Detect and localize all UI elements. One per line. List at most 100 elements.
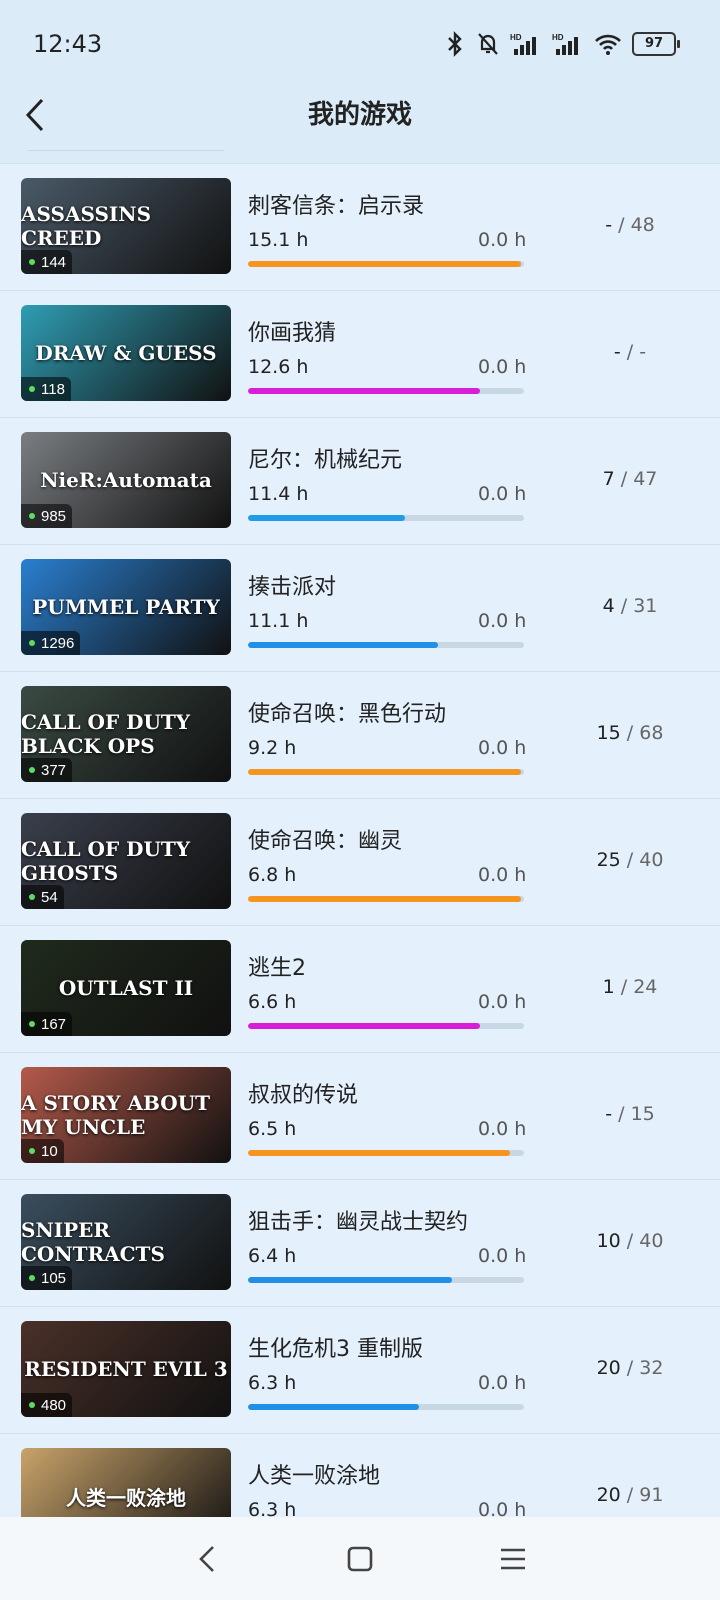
achievements-total: 68 (639, 722, 664, 744)
achievements-done: 20 (596, 1484, 621, 1506)
player-count: 10 (41, 1142, 58, 1160)
playtime-progress-bar (248, 261, 524, 267)
game-row[interactable]: CALL OF DUTY BLACK OPS 377 使命召唤：黑色行动 9.2… (0, 671, 720, 798)
achievements-total: 24 (633, 976, 658, 998)
divider (28, 150, 224, 151)
game-list[interactable]: ASSASSINS CREED 144 刺客信条：启示录 15.1 h 0.0 … (0, 163, 720, 1560)
player-count-badge: 105 (21, 1266, 73, 1290)
cover-text: CALL OF DUTY BLACK OPS (21, 710, 191, 758)
bluetooth-icon (448, 31, 462, 57)
game-row[interactable]: RESIDENT EVIL 3 480 生化危机3 重制版 6.3 h 0.0 … (0, 1306, 720, 1433)
game-name: 狙击手：幽灵战士契约 (248, 1210, 469, 1235)
achievement-separator: / (614, 976, 634, 998)
player-count-badge: 167 (21, 1012, 73, 1036)
cover-text: SNIPER CONTRACTS (21, 1218, 165, 1266)
online-dot-icon (29, 894, 35, 900)
svg-text:HD: HD (510, 33, 522, 42)
game-thumbnail[interactable]: ASSASSINS CREED 144 (21, 178, 231, 274)
recent-hours: 0.0 h (478, 229, 527, 251)
achievements-done: 10 (596, 1230, 621, 1252)
cover-text: OUTLAST II (58, 976, 194, 1000)
game-row[interactable]: PUMMEL PARTY 1296 揍击派对 11.1 h 0.0 h 4 / … (0, 544, 720, 671)
achievement-count: 1 / 24 (575, 976, 685, 998)
game-thumbnail[interactable]: NieR:Automata 985 (21, 432, 231, 528)
recent-hours: 0.0 h (478, 991, 527, 1013)
game-thumbnail[interactable]: SNIPER CONTRACTS 105 (21, 1194, 231, 1290)
cover-text: 人类一败涂地 (66, 1485, 186, 1510)
achievements-total: 47 (633, 468, 658, 490)
nav-menu-button[interactable] (483, 1529, 543, 1589)
cover-text: ASSASSINS CREED (21, 202, 152, 250)
game-thumbnail[interactable]: CALL OF DUTY GHOSTS 54 (21, 813, 231, 909)
online-dot-icon (29, 1402, 35, 1408)
signal-hd-icon-2: HD (552, 33, 578, 55)
recent-hours: 0.0 h (478, 610, 527, 632)
progress-fill (248, 1404, 420, 1410)
svg-text:HD: HD (552, 33, 564, 42)
player-count-badge: 480 (21, 1393, 73, 1417)
online-dot-icon (29, 513, 35, 519)
nav-home-button[interactable] (330, 1529, 390, 1589)
game-row[interactable]: OUTLAST II 167 逃生2 6.6 h 0.0 h 1 / 24 (0, 925, 720, 1052)
achievements-total: 40 (639, 849, 664, 871)
achievement-count: - / 48 (575, 214, 685, 236)
game-row[interactable]: A STORY ABOUT MY UNCLE 10 叔叔的传说 6.5 h 0.… (0, 1052, 720, 1179)
achievements-done: 25 (596, 849, 621, 871)
progress-fill (248, 1150, 511, 1156)
player-count-badge: 1296 (21, 631, 81, 655)
achievements-total: 91 (639, 1484, 664, 1506)
progress-fill (248, 515, 406, 521)
online-dot-icon (29, 1148, 35, 1154)
achievement-separator: / (620, 1484, 640, 1506)
achievement-separator: / (614, 595, 634, 617)
total-hours: 11.4 h (248, 483, 309, 505)
game-thumbnail[interactable]: A STORY ABOUT MY UNCLE 10 (21, 1067, 231, 1163)
achievement-separator: / (614, 468, 634, 490)
game-row[interactable]: CALL OF DUTY GHOSTS 54 使命召唤：幽灵 6.8 h 0.0… (0, 798, 720, 925)
achievements-total: 15 (630, 1103, 655, 1125)
achievement-separator: / (612, 1103, 631, 1125)
recent-hours: 0.0 h (478, 483, 527, 505)
game-thumbnail[interactable]: OUTLAST II 167 (21, 940, 231, 1036)
back-icon (198, 1545, 214, 1572)
recent-hours: 0.0 h (478, 356, 527, 378)
game-thumbnail[interactable]: RESIDENT EVIL 3 480 (21, 1321, 231, 1417)
game-row[interactable]: NieR:Automata 985 尼尔：机械纪元 11.4 h 0.0 h 7… (0, 417, 720, 544)
playtime-progress-bar (248, 515, 524, 521)
achievements-done: 1 (602, 976, 615, 998)
total-hours: 6.6 h (248, 991, 297, 1013)
game-thumbnail[interactable]: DRAW & GUESS 118 (21, 305, 231, 401)
achievements-total: 40 (639, 1230, 664, 1252)
battery-icon: 97 (632, 32, 680, 56)
playtime-progress-bar (248, 769, 524, 775)
game-row[interactable]: ASSASSINS CREED 144 刺客信条：启示录 15.1 h 0.0 … (0, 163, 720, 290)
home-square-icon (347, 1546, 373, 1571)
achievement-separator: / (612, 214, 631, 236)
player-count: 985 (41, 507, 67, 525)
recent-hours: 0.0 h (478, 1245, 527, 1267)
status-icons: HD HD 97 (444, 30, 680, 58)
game-row[interactable]: DRAW & GUESS 118 你画我猜 12.6 h 0.0 h - / - (0, 290, 720, 417)
player-count: 377 (41, 761, 67, 779)
achievement-count: - / - (575, 341, 685, 363)
game-row[interactable]: SNIPER CONTRACTS 105 狙击手：幽灵战士契约 6.4 h 0.… (0, 1179, 720, 1306)
player-count-badge: 10 (21, 1139, 64, 1163)
cover-text: A STORY ABOUT MY UNCLE (21, 1091, 211, 1139)
progress-fill (248, 642, 439, 648)
signal-hd-icon: HD (510, 33, 536, 55)
nav-back-button[interactable] (177, 1529, 237, 1589)
achievements-done: 4 (602, 595, 615, 617)
total-hours: 6.4 h (248, 1245, 297, 1267)
header: 我的游戏 (0, 80, 720, 150)
achievement-count: 15 / 68 (575, 722, 685, 744)
player-count: 144 (41, 253, 67, 271)
game-thumbnail[interactable]: PUMMEL PARTY 1296 (21, 559, 231, 655)
cover-text: RESIDENT EVIL 3 (24, 1357, 228, 1381)
total-hours: 9.2 h (248, 737, 297, 759)
total-hours: 6.3 h (248, 1372, 297, 1394)
game-name: 尼尔：机械纪元 (248, 448, 403, 473)
game-thumbnail[interactable]: CALL OF DUTY BLACK OPS 377 (21, 686, 231, 782)
player-count: 1296 (41, 634, 75, 652)
player-count-badge: 985 (21, 504, 73, 528)
recent-hours: 0.0 h (478, 737, 527, 759)
